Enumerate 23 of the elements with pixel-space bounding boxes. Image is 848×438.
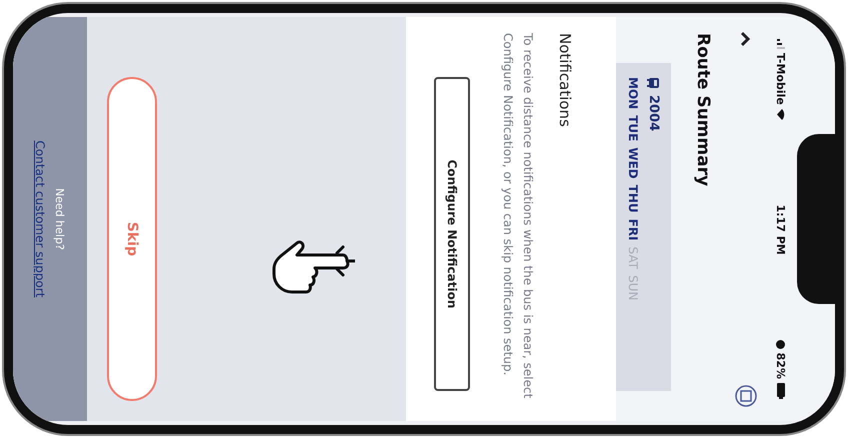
skip-button[interactable]: Skip [107, 77, 157, 401]
weekday-label: FRI [626, 218, 640, 241]
battery-icon [777, 382, 785, 399]
clock-time: 1:17 PM [774, 204, 788, 255]
configure-notification-button[interactable]: Configure Notification [434, 77, 470, 391]
wifi-icon [777, 108, 785, 120]
weekday-label: WED [626, 147, 640, 179]
signal-icon [777, 39, 785, 49]
page-title: Route Summary [692, 32, 714, 188]
location-icon [776, 340, 786, 349]
notification-description: To receive distance notifications when the bus is near, select Configure Notification, or you can skip notification setup. [500, 32, 536, 400]
bus-icon [648, 77, 660, 89]
help-text: Need help? [54, 188, 66, 250]
back-chevron-icon[interactable] [741, 31, 751, 47]
route-number: 2004 [646, 95, 661, 132]
square-circle-icon[interactable] [735, 385, 757, 407]
weekday-label: MON [626, 77, 640, 110]
carrier-name: T-Mobile [774, 53, 788, 105]
weekday-label: THU [626, 184, 640, 213]
weekday-label: TUE [626, 115, 640, 142]
battery-percent: 82% [774, 352, 788, 379]
support-link[interactable]: Contact customer support [34, 140, 48, 298]
section-heading: Notifications [555, 32, 575, 129]
